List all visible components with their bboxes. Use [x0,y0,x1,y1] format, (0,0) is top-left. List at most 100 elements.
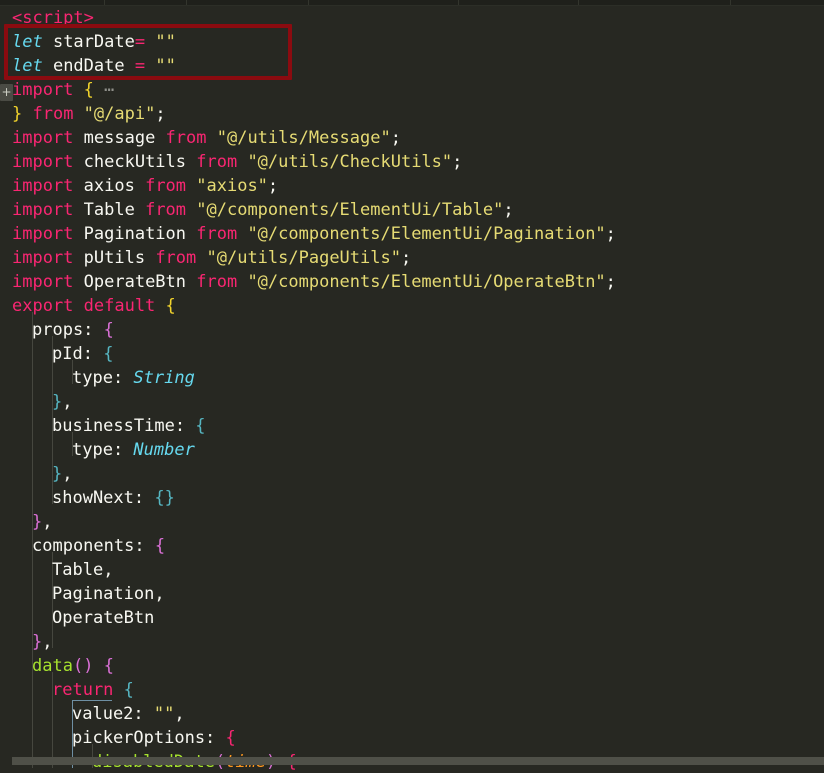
code-line[interactable]: import message from "@/utils/Message"; [0,126,824,150]
code-token: import [12,248,84,268]
code-token: ; [605,224,616,244]
code-token: "@/components/ElementUi/OperateBtn" [247,272,606,292]
code-line[interactable]: }, [0,630,824,654]
code-token: pId: [52,344,104,364]
code-token: } [52,392,63,412]
code-token: "@/utils/PageUtils" [206,248,401,268]
code-token: return [52,680,124,700]
code-token: ; [605,272,616,292]
code-token: ; [155,104,166,124]
code-token: Table [83,200,146,220]
code-token: import [12,224,84,244]
code-line[interactable]: Table, [0,558,824,582]
code-token: ; [503,200,514,220]
code-token: businessTime: [52,416,196,436]
code-line[interactable]: import Pagination from "@/components/Ele… [0,222,824,246]
code-token: { [165,296,176,316]
code-line[interactable]: components: { [0,534,824,558]
fold-expand-icon[interactable]: + [0,84,13,101]
code-token: from [145,176,197,196]
code-token: "" [155,56,176,76]
code-line[interactable]: return { [0,678,824,702]
code-token: "@/utils/CheckUtils" [247,152,453,172]
code-token: , [42,512,53,532]
code-line[interactable]: type: Number [0,438,824,462]
code-token: data [32,656,73,676]
code-line[interactable]: let endDate = "" [0,54,824,78]
code-token: , [103,560,114,580]
code-line[interactable]: export default { [0,294,824,318]
code-token: } [52,464,63,484]
code-line[interactable]: pickerOptions: { [0,726,824,750]
code-line[interactable]: pId: { [0,342,824,366]
code-line[interactable]: data() { [0,654,824,678]
code-line[interactable]: import OperateBtn from "@/components/Ele… [0,270,824,294]
horizontal-scrollbar-track[interactable] [0,757,824,765]
code-token: Pagination [83,224,197,244]
code-token: import [12,80,84,100]
code-token: = [134,32,156,52]
code-token: ; [400,248,412,268]
code-token: let [12,32,53,52]
code-token: import [12,200,84,220]
code-token: } [32,632,43,652]
code-token: ; [452,152,463,172]
code-line[interactable]: import pUtils from "@/utils/PageUtils"; [0,246,824,270]
code-token: ; [267,176,279,196]
code-token: { [195,416,206,436]
editor-code-surface[interactable]: <script> let starDate= "" let endDate = ""… [0,6,824,772]
code-token: { [154,536,166,556]
code-token: OperateBtn [52,608,155,628]
code-token: {} [154,488,175,508]
code-line[interactable]: OperateBtn [0,606,824,630]
code-line[interactable]: showNext: {} [0,486,824,510]
code-token: () [72,656,94,676]
code-token: "" [155,32,176,52]
code-token: import [12,128,84,148]
code-token: import [12,176,84,196]
code-token: from [145,200,197,220]
code-token: from [155,248,207,268]
code-token: from [22,104,84,124]
code-token: export default [12,296,166,316]
code-token: props: [32,320,104,340]
code-line[interactable]: }, [0,462,824,486]
horizontal-scrollbar-thumb[interactable] [12,757,824,765]
code-token: "@/components/ElementUi/Table" [196,200,504,220]
code-token: "@/api" [83,104,156,124]
code-line[interactable]: value2: "", [0,702,824,726]
code-line[interactable]: <script> [0,6,824,30]
code-token: , [174,704,185,724]
code-token: { [225,728,236,748]
code-line[interactable]: }, [0,510,824,534]
code-token: from [196,152,248,172]
code-token: type: [72,440,134,460]
code-token: "" [153,704,175,724]
code-token: import [12,152,84,172]
code-token: checkUtils [83,152,197,172]
code-line[interactable]: Pagination, [0,582,824,606]
code-token: showNext: [52,488,155,508]
code-token: pickerOptions: [72,728,226,748]
code-token: ; [390,128,401,148]
code-token: } [32,512,43,532]
code-token: components: [32,536,155,556]
code-line[interactable]: type: String [0,366,824,390]
code-line[interactable]: import checkUtils from "@/utils/CheckUti… [0,150,824,174]
code-token: "axios" [196,176,268,196]
code-token: { [103,320,114,340]
code-token: value2: [72,704,154,724]
code-line[interactable]: import { ⋯ [0,78,824,102]
code-token: Table [52,560,104,580]
code-line[interactable]: let starDate= "" [0,30,824,54]
code-token: OperateBtn [83,272,197,292]
code-token: "@/utils/Message" [216,128,391,148]
code-line[interactable]: businessTime: { [0,414,824,438]
code-line[interactable]: }, [0,390,824,414]
code-token: let [12,56,53,76]
code-line[interactable]: import axios from "axios"; [0,174,824,198]
code-line[interactable]: } from "@/api"; [0,102,824,126]
code-line[interactable]: props: { [0,318,824,342]
code-token: "@/components/ElementUi/Pagination" [247,224,606,244]
code-line[interactable]: import Table from "@/components/ElementU… [0,198,824,222]
